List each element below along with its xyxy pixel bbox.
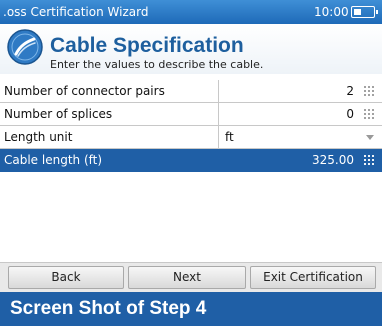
button-bar: Back Next Exit Certification	[0, 262, 382, 292]
splices-row[interactable]: Number of splices 0	[0, 103, 382, 126]
splices-label: Number of splices	[4, 107, 113, 121]
length-unit-label: Length unit	[4, 130, 73, 144]
keypad-icon[interactable]	[363, 108, 374, 120]
splices-value: 0	[346, 107, 354, 121]
exit-certification-button[interactable]: Exit Certification	[250, 266, 376, 289]
page-subtitle: Enter the values to describe the cable.	[50, 58, 264, 71]
connector-pairs-value: 2	[346, 84, 354, 98]
page-title: Cable Specification	[50, 34, 244, 57]
length-unit-row[interactable]: Length unit ft	[0, 126, 382, 149]
fiber-cable-icon	[7, 29, 43, 65]
window-title: .oss Certification Wizard	[3, 5, 149, 19]
connector-pairs-label: Number of connector pairs	[4, 84, 165, 98]
title-bar: .oss Certification Wizard 10:00	[0, 0, 382, 24]
length-unit-value: ft	[225, 130, 234, 144]
connector-pairs-field[interactable]: 2	[218, 80, 382, 102]
clock: 10:00	[314, 5, 349, 19]
splices-field[interactable]: 0	[218, 103, 382, 125]
cable-spec-form: Number of connector pairs 2 Number of sp…	[0, 80, 382, 172]
keypad-icon[interactable]	[363, 154, 374, 166]
cable-length-label: Cable length (ft)	[4, 153, 103, 167]
cable-length-value[interactable]: 325.00	[312, 153, 354, 167]
caption-text: Screen Shot of Step 4	[10, 298, 207, 319]
page-header: Cable Specification Enter the values to …	[0, 24, 382, 74]
back-button[interactable]: Back	[8, 266, 124, 289]
length-unit-select[interactable]: ft	[218, 126, 382, 148]
next-button[interactable]: Next	[128, 266, 246, 289]
caption-banner: Screen Shot of Step 4	[0, 292, 382, 326]
keypad-icon[interactable]	[363, 85, 374, 97]
cable-length-row[interactable]: Cable length (ft) 325.00	[0, 149, 382, 172]
chevron-down-icon[interactable]	[366, 135, 374, 140]
battery-icon	[351, 6, 378, 18]
connector-pairs-row[interactable]: Number of connector pairs 2	[0, 80, 382, 103]
